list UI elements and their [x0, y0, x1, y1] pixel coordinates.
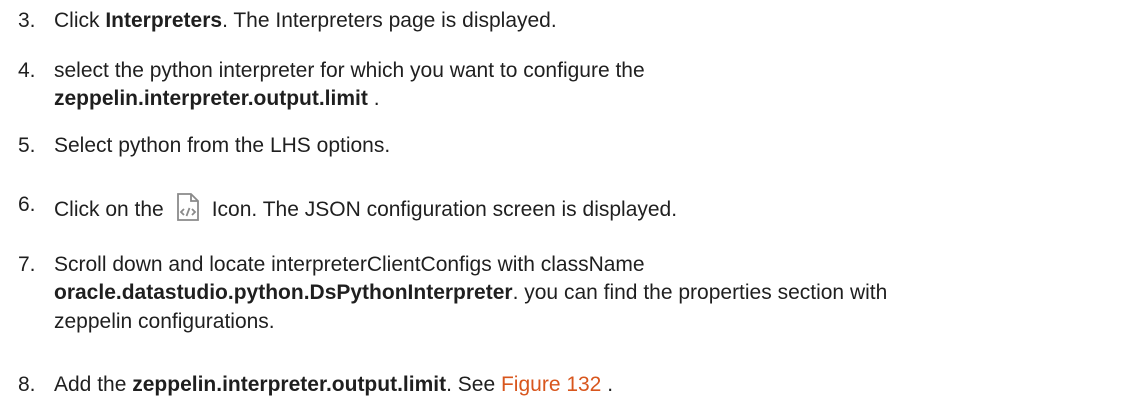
step-number: 6. [18, 193, 36, 216]
step-number: 8. [18, 373, 36, 396]
step-number: 7. [18, 253, 36, 276]
step-text: Scroll down and locate interpreterClient… [54, 253, 888, 333]
step-text: Click Interpreters. The Interpreters pag… [54, 9, 557, 32]
step-number: 4. [18, 59, 36, 82]
step-8: 8. Add the zeppelin.interpreter.output.l… [18, 372, 1137, 398]
interpreters-label: Interpreters [105, 9, 223, 32]
step-7: 7. Scroll down and locate interpreterCli… [18, 252, 1137, 335]
step-3: 3. Click Interpreters. The Interpreters … [18, 8, 1137, 34]
step-4: 4. select the python interpreter for whi… [18, 58, 1137, 113]
output-limit-property: zeppelin.interpreter.output.limit [132, 373, 447, 396]
json-config-file-icon [174, 192, 202, 222]
step-text: Add the zeppelin.interpreter.output.limi… [54, 373, 614, 396]
figure-132-link[interactable]: Figure 132 [501, 373, 601, 396]
step-text: select the python interpreter for which … [54, 59, 645, 111]
step-6: 6. Click on the Icon. The JSON configurat… [18, 192, 1137, 223]
ds-python-interpreter-classname: oracle.datastudio.python.DsPythonInterpr… [54, 281, 513, 305]
output-limit-property: zeppelin.interpreter.output.limit [54, 87, 368, 111]
step-text: Select python from the LHS options. [54, 134, 391, 157]
instruction-steps: 3. Click Interpreters. The Interpreters … [0, 0, 1145, 411]
step-number: 5. [18, 134, 36, 157]
step-text: Click on the Icon. The JSON configuration… [54, 192, 1137, 223]
step-number: 3. [18, 9, 36, 32]
step-5: 5. Select python from the LHS options. [18, 133, 1137, 159]
